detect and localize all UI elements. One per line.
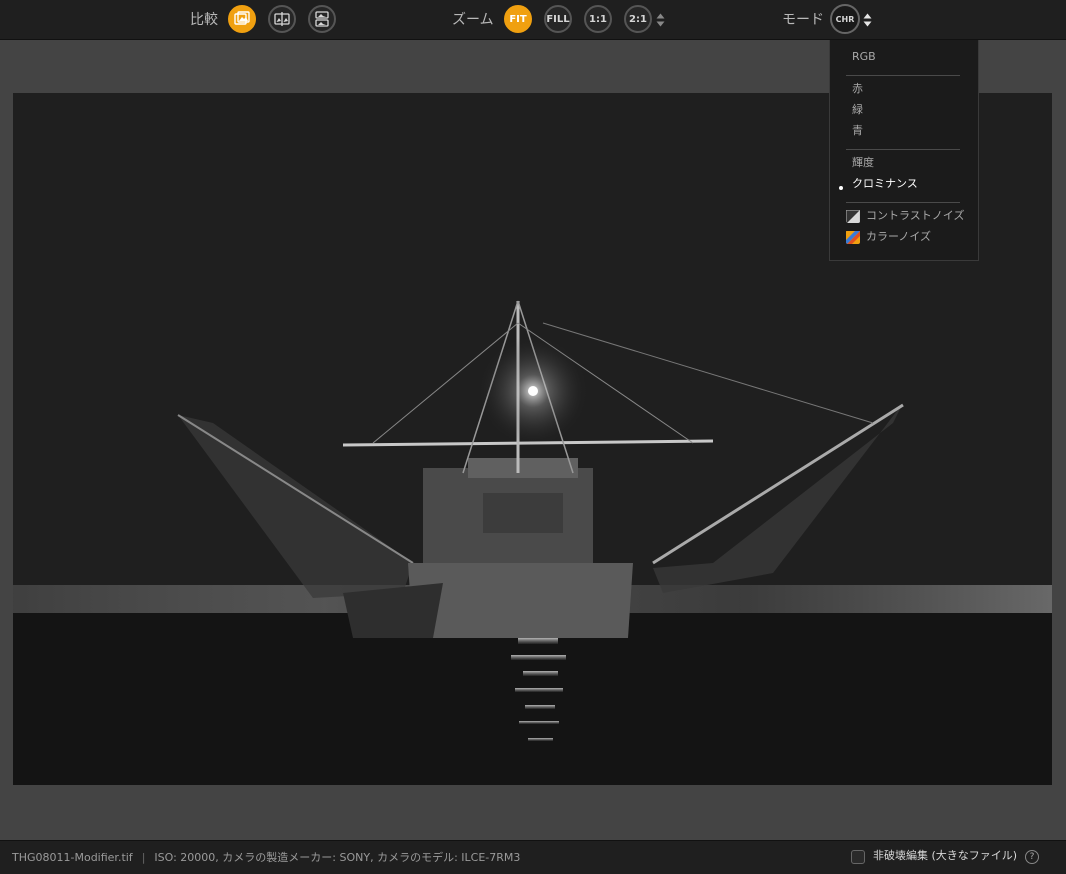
single-image-icon [234, 11, 250, 25]
nondestructive-checkbox[interactable] [851, 850, 865, 864]
help-icon[interactable]: ? [1025, 850, 1039, 864]
mode-dropdown-menu: RGB 赤 緑 青 輝度 クロミナンス コントラストノイズ カラーノイズ [829, 40, 979, 261]
exif-metadata: ISO: 20000, カメラの製造メーカー: SONY, カメラのモデル: I… [154, 851, 521, 864]
contrast-noise-icon [846, 209, 860, 223]
selected-indicator-icon [839, 186, 843, 190]
zoom-fit-button[interactable]: FIT [504, 5, 532, 33]
menu-item-blue[interactable]: 青 [852, 124, 863, 138]
mode-select-button[interactable]: CHR [830, 4, 860, 34]
menu-item-rgb[interactable]: RGB [852, 50, 876, 64]
status-info: THG08011-Modifier.tif | ISO: 20000, カメラの製造… [12, 851, 520, 865]
menu-divider [846, 75, 960, 76]
menu-divider [846, 149, 960, 150]
menu-item-red[interactable]: 赤 [852, 82, 863, 96]
compare-split-view-button[interactable] [268, 5, 296, 33]
menu-item-contrast-noise[interactable]: コントラストノイズ [866, 209, 964, 223]
nondestructive-label[interactable]: 非破壊編集 (大きなファイル) [873, 849, 1017, 863]
toolbar: 比較 ズーム FIT FILL 1:1 2:1 モード CHR [0, 0, 1066, 40]
color-noise-icon [846, 230, 860, 244]
split-view-icon [274, 12, 290, 26]
zoom-1-1-button[interactable]: 1:1 [584, 5, 612, 33]
zoom-label: ズーム [452, 12, 494, 28]
compare-side-by-side-button[interactable] [308, 5, 336, 33]
menu-item-luminance[interactable]: 輝度 [852, 156, 874, 170]
stacked-view-icon [315, 11, 329, 27]
mode-label: モード [782, 12, 824, 28]
mode-stepper-icon[interactable] [863, 12, 872, 28]
zoom-stepper-icon[interactable] [656, 12, 665, 28]
menu-item-chrominance[interactable]: クロミナンス [852, 177, 918, 191]
menu-item-green[interactable]: 緑 [852, 103, 863, 117]
compare-label: 比較 [190, 12, 218, 28]
status-separator: | [141, 851, 146, 864]
zoom-fill-button[interactable]: FILL [544, 5, 572, 33]
file-name: THG08011-Modifier.tif [12, 851, 133, 864]
menu-divider [846, 202, 960, 203]
compare-single-view-button[interactable] [228, 5, 256, 33]
menu-item-color-noise[interactable]: カラーノイズ [866, 230, 931, 244]
app-window: 比較 ズーム FIT FILL 1:1 2:1 モード CHR RGB 赤 緑 … [0, 0, 1066, 874]
zoom-2-1-button[interactable]: 2:1 [624, 5, 652, 33]
